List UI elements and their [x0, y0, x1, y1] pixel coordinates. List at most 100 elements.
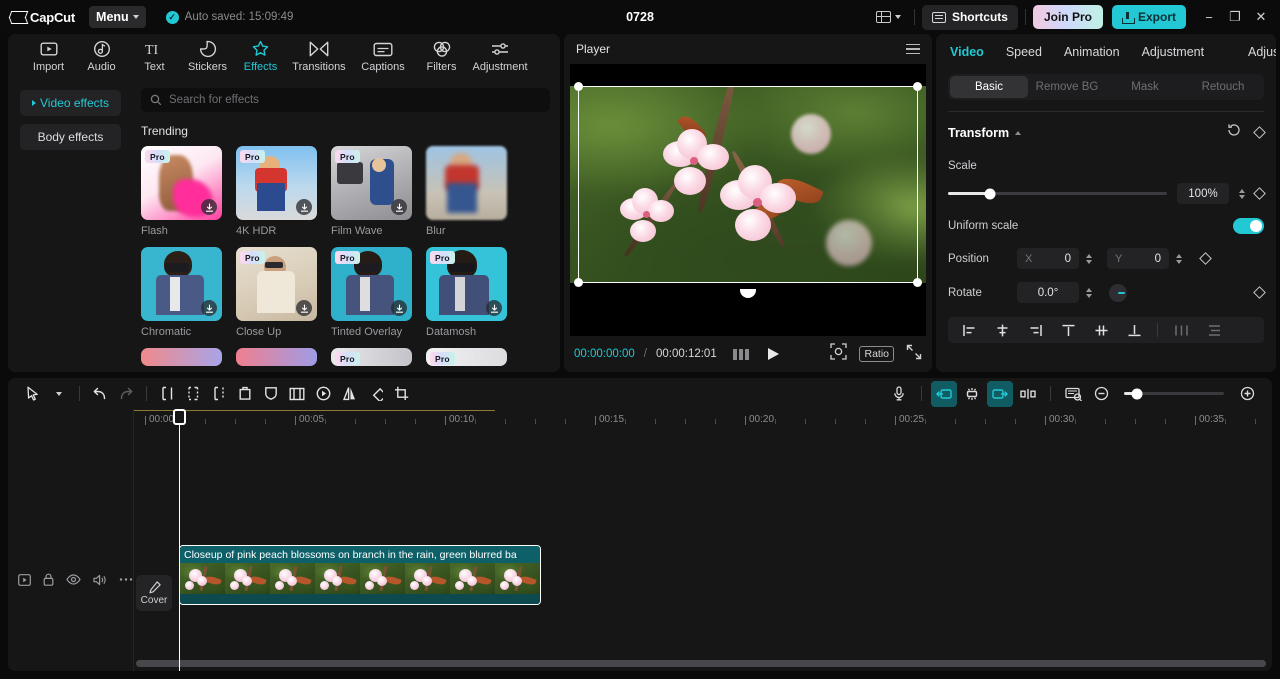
download-icon[interactable]	[201, 199, 217, 215]
position-y-stepper[interactable]	[1176, 253, 1182, 264]
effect-card-partial[interactable]: Pro	[426, 348, 507, 366]
uniform-scale-toggle[interactable]	[1233, 218, 1264, 234]
cover-button[interactable]: Cover	[136, 575, 172, 611]
tab-audio[interactable]: Audio	[75, 40, 128, 73]
tab-animation[interactable]: Animation	[1064, 45, 1120, 59]
slider-knob[interactable]	[984, 188, 996, 199]
distribute-vertical-icon[interactable]	[1199, 319, 1229, 341]
select-dropdown[interactable]	[46, 381, 72, 407]
effect-card[interactable]: Chromatic	[141, 247, 222, 338]
tab-transitions[interactable]: Transitions	[287, 40, 351, 73]
zoom-slider-knob[interactable]	[1131, 388, 1143, 399]
join-pro-button[interactable]: Join Pro	[1032, 5, 1103, 29]
download-icon[interactable]	[391, 199, 407, 215]
align-middle-vertical-icon[interactable]	[1086, 319, 1116, 341]
rotate-value[interactable]: 0.0°	[1017, 282, 1079, 303]
scale-value[interactable]: 100%	[1177, 183, 1229, 204]
menu-button[interactable]: Menu	[89, 6, 146, 28]
close-button[interactable]: ✕	[1248, 2, 1274, 32]
position-x-stepper[interactable]	[1086, 253, 1092, 264]
timeline-clip[interactable]: Closeup of pink peach blossoms on branch…	[179, 545, 541, 605]
maximize-button[interactable]: ❐	[1222, 2, 1248, 32]
keyframe-icon[interactable]	[1253, 187, 1266, 200]
timeline-horizontal-scrollbar[interactable]	[136, 660, 1266, 667]
position-y-field[interactable]: Y 0	[1107, 248, 1169, 269]
segment-basic[interactable]: Basic	[950, 76, 1028, 98]
eye-icon[interactable]	[66, 574, 81, 585]
preview-icon[interactable]	[1060, 381, 1086, 407]
search-effects-bar[interactable]: Search for effects	[141, 88, 550, 112]
video-track-icon[interactable]	[18, 573, 31, 586]
tab-stickers[interactable]: Stickers	[181, 40, 234, 73]
segment-mask[interactable]: Mask	[1106, 76, 1184, 98]
tab-video[interactable]: Video	[950, 45, 984, 59]
minimize-button[interactable]: −	[1196, 2, 1222, 32]
tab-text[interactable]: TI Text	[128, 40, 181, 73]
ratio-button[interactable]: Ratio	[859, 346, 894, 362]
effect-card[interactable]: Pro 4K HDR	[236, 146, 317, 237]
freeze-icon[interactable]	[284, 381, 310, 407]
download-icon[interactable]	[201, 300, 217, 316]
more-icon[interactable]	[119, 577, 133, 582]
undo-icon[interactable]	[87, 381, 113, 407]
align-left-icon[interactable]	[954, 319, 984, 341]
rotate-stepper[interactable]	[1086, 287, 1092, 298]
menu-icon[interactable]	[906, 41, 920, 58]
tab-adjust-overflow[interactable]: Adjust	[1248, 45, 1276, 59]
fullscreen-icon[interactable]	[906, 344, 922, 365]
zoom-out-icon[interactable]	[1088, 381, 1114, 407]
download-icon[interactable]	[296, 300, 312, 316]
lock-icon[interactable]	[43, 573, 54, 586]
rotate-dial[interactable]	[1109, 283, 1127, 302]
segment-retouch[interactable]: Retouch	[1184, 76, 1262, 98]
tab-effects[interactable]: Effects	[234, 40, 287, 73]
tab-speed[interactable]: Speed	[1006, 45, 1042, 59]
timeline-zoom-slider[interactable]	[1124, 388, 1224, 399]
rotate-handle[interactable]	[740, 289, 756, 298]
keyframe-icon[interactable]	[1253, 286, 1266, 299]
layout-button[interactable]	[870, 7, 907, 27]
shortcuts-button[interactable]: Shortcuts	[921, 4, 1018, 30]
split-icon[interactable]	[154, 381, 180, 407]
playhead-knob[interactable]	[173, 409, 186, 425]
reset-icon[interactable]	[1227, 123, 1241, 142]
scale-slider[interactable]	[948, 188, 1167, 199]
effect-card[interactable]: Pro Film Wave	[331, 146, 412, 237]
shield-icon[interactable]	[258, 381, 284, 407]
keyframe-icon[interactable]	[1199, 252, 1212, 265]
align-top-icon[interactable]	[1053, 319, 1083, 341]
download-icon[interactable]	[391, 300, 407, 316]
play-icon[interactable]	[767, 348, 779, 360]
frames-icon[interactable]	[732, 348, 749, 360]
redo-icon[interactable]	[113, 381, 139, 407]
tab-filters[interactable]: Filters	[415, 40, 468, 73]
tab-adjustment[interactable]: Adjustment	[468, 40, 532, 73]
timeline-ruler[interactable]: 00:00 00:05 00:10 00:15 00:20 00:25 00:3…	[133, 409, 1272, 435]
snap-end-icon[interactable]	[987, 380, 1013, 407]
timeline-scroll-area[interactable]: 00:00 00:05 00:10 00:15 00:20 00:25 00:3…	[133, 409, 1272, 671]
effect-card-partial[interactable]: Pro	[331, 348, 412, 366]
snap-start-icon[interactable]	[931, 380, 957, 407]
effect-card-partial[interactable]	[236, 348, 317, 366]
mirror-icon[interactable]	[336, 381, 362, 407]
download-icon[interactable]	[296, 199, 312, 215]
keyframe-icon[interactable]	[1253, 126, 1266, 139]
zoom-in-icon[interactable]	[1234, 381, 1260, 407]
download-icon[interactable]	[486, 300, 502, 316]
position-x-field[interactable]: X 0	[1017, 248, 1079, 269]
tab-import[interactable]: Import	[22, 40, 75, 73]
scale-stepper[interactable]	[1239, 188, 1245, 199]
trim-left-icon[interactable]	[180, 381, 206, 407]
volume-icon[interactable]	[93, 574, 107, 586]
export-button[interactable]: Export	[1111, 5, 1186, 29]
segment-remove-bg[interactable]: Remove BG	[1028, 76, 1106, 98]
trim-right-icon[interactable]	[206, 381, 232, 407]
delete-icon[interactable]	[232, 381, 258, 407]
zoom-fit-icon[interactable]	[830, 343, 848, 365]
effect-card[interactable]: Pro Tinted Overlay	[331, 247, 412, 338]
microphone-icon[interactable]	[886, 381, 912, 407]
keyframe-icon[interactable]	[1015, 381, 1041, 407]
transform-section-header[interactable]: Transform	[948, 123, 1266, 142]
player-stage[interactable]	[570, 64, 926, 336]
tab-captions[interactable]: Captions	[351, 40, 415, 73]
